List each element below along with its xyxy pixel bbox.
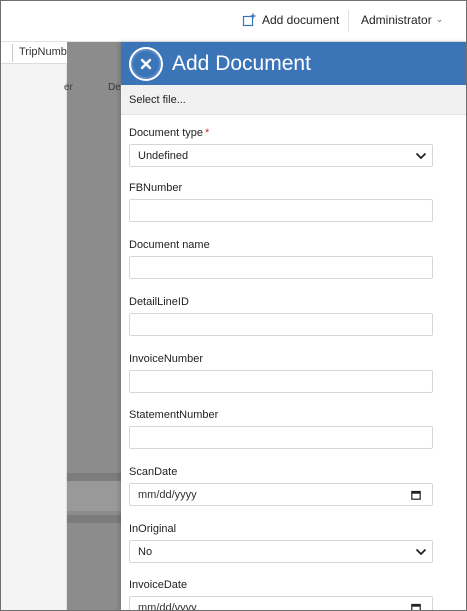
field-in-original: InOriginal No — [129, 523, 433, 563]
user-name: Administrator — [361, 13, 432, 27]
required-marker: * — [204, 127, 210, 139]
field-label: ScanDate — [129, 466, 178, 478]
fbnumber-input[interactable] — [129, 199, 433, 222]
field-scan-date: ScanDate mm/dd/yyyy — [129, 466, 433, 506]
add-document-label: Add document — [262, 13, 340, 27]
document-name-input[interactable] — [129, 256, 433, 279]
close-button[interactable] — [129, 46, 163, 81]
detail-line-id-input[interactable] — [129, 313, 433, 336]
field-detail-line-id: DetailLineID — [129, 296, 433, 336]
field-fbnumber: FBNumber — [129, 182, 433, 222]
table-header-cell: De — [108, 82, 121, 93]
invoice-number-input[interactable] — [129, 370, 433, 393]
topbar-divider — [348, 10, 349, 32]
field-invoice-date: InvoiceDate mm/dd/yyyy — [129, 579, 433, 611]
field-label: Document name — [129, 239, 210, 251]
column-divider — [12, 44, 13, 62]
field-label: Document type * — [129, 127, 210, 139]
field-statement-number: StatementNumber — [129, 409, 433, 449]
chevron-down-icon — [415, 152, 427, 160]
panel-title: Add Document — [172, 51, 311, 75]
add-document-icon — [242, 13, 256, 27]
select-value: Undefined — [138, 149, 189, 162]
calendar-icon[interactable] — [411, 490, 421, 500]
select-value: No — [138, 545, 153, 558]
top-bar: Add document Administrator ⌄ — [0, 0, 467, 42]
scan-date-input[interactable]: mm/dd/yyyy — [129, 483, 433, 506]
panel-header: Add Document — [121, 42, 467, 85]
background-footer-row — [67, 481, 121, 511]
statement-number-input[interactable] — [129, 426, 433, 449]
field-label: InvoiceNumber — [129, 353, 203, 365]
field-label: InOriginal — [129, 523, 177, 535]
field-label: DetailLineID — [129, 296, 189, 308]
add-document-panel: Add Document Select file... Document typ… — [121, 42, 467, 611]
field-label: FBNumber — [129, 182, 183, 194]
field-invoice-number: InvoiceNumber — [129, 353, 433, 393]
date-placeholder: mm/dd/yyyy — [138, 601, 197, 611]
in-original-select[interactable]: No — [129, 540, 433, 563]
background-table-overlay: er De — [64, 42, 121, 611]
chevron-down-icon — [415, 548, 427, 556]
date-placeholder: mm/dd/yyyy — [138, 488, 197, 501]
select-file-button[interactable]: Select file... — [121, 85, 467, 115]
calendar-icon[interactable] — [411, 603, 421, 611]
close-icon — [133, 50, 159, 77]
invoice-date-input[interactable]: mm/dd/yyyy — [129, 596, 433, 611]
background-sidebar — [0, 42, 67, 611]
background-row-divider — [67, 515, 121, 523]
table-header-cell: er — [64, 82, 73, 93]
background-row-divider — [67, 473, 121, 481]
document-type-select[interactable]: Undefined — [129, 144, 433, 167]
user-menu[interactable]: Administrator ⌄ — [361, 13, 443, 27]
chevron-down-icon: ⌄ — [435, 13, 444, 24]
field-document-type: Document type * Undefined — [129, 127, 433, 167]
field-document-name: Document name — [129, 239, 433, 279]
add-document-link[interactable]: Add document — [242, 13, 339, 27]
field-label: InvoiceDate — [129, 579, 188, 591]
field-label: StatementNumber — [129, 409, 219, 421]
